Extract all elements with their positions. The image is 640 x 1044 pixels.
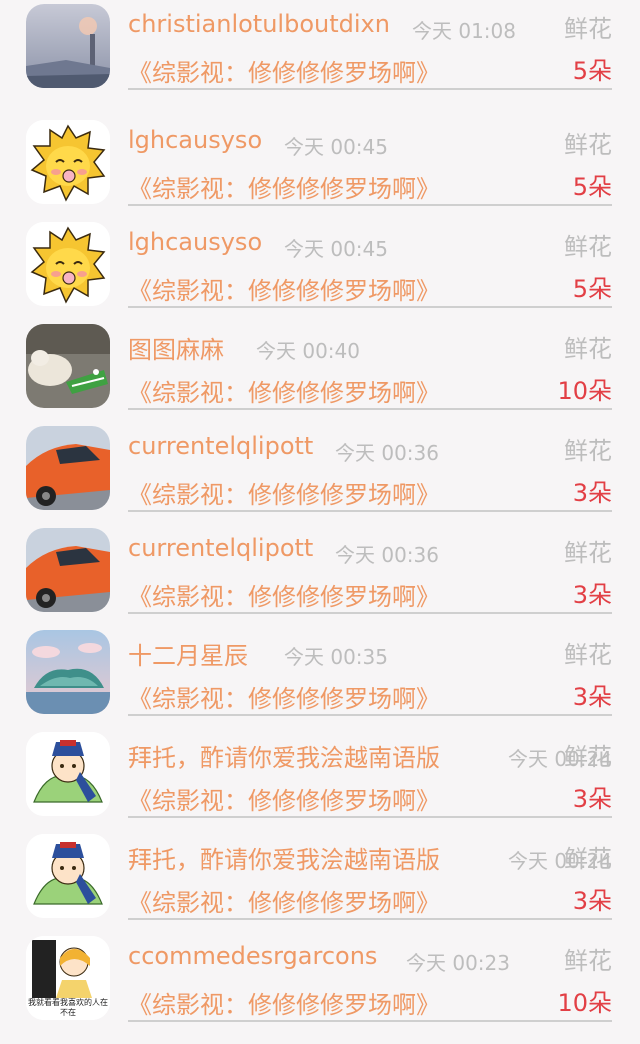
cartoon-dumpling-image [26,732,110,816]
novel-title[interactable]: 《综影视：修修修修罗场啊》 [128,53,440,88]
timestamp: 今天 00:45 [284,135,388,159]
flower-count: 5朵 [572,57,612,85]
user-name[interactable]: 十二月星辰 [128,636,248,671]
fantasy-island-image [26,630,110,714]
flower-count: 3朵 [572,683,612,711]
avatar[interactable] [26,4,110,88]
user-name[interactable]: lghcausyso [128,126,262,154]
row-divider [128,1020,612,1022]
user-name[interactable]: 图图麻麻 [128,330,224,365]
avatar[interactable] [26,222,110,306]
list-item[interactable]: 拜托，酢请你爱我浍越南语版 今天 00:24 鲜花 《综影视：修修修修罗场啊》 … [0,716,640,818]
row-divider [128,88,612,90]
avatar[interactable] [26,324,110,408]
gift-type-label: 鲜花 [564,539,612,567]
user-name[interactable]: christianlotulboutdixn [128,10,390,38]
timestamp: 今天 00:45 [284,237,388,261]
flower-count: 5朵 [572,275,612,303]
list-item[interactable]: 图图麻麻 今天 00:40 鲜花 《综影视：修修修修罗场啊》 10朵 [0,308,640,410]
orange-car-image [26,528,110,612]
list-item[interactable]: 十二月星辰 今天 00:35 鲜花 《综影视：修修修修罗场啊》 3朵 [0,614,640,716]
gift-type-label: 鲜花 [564,131,612,159]
list-item[interactable]: 拜托，酢请你爱我浍越南语版 今天 00:24 鲜花 《综影视：修修修修罗场啊》 … [0,818,640,920]
list-item[interactable]: currentelqlipott 今天 00:36 鲜花 《综影视：修修修修罗场… [0,410,640,512]
avatar-caption: 我就看看我喜欢的人在不在 [28,998,108,1017]
yellow-lion-image [26,120,110,204]
avatar[interactable]: 我就看看我喜欢的人在不在 [26,936,110,1020]
novel-title[interactable]: 《综影视：修修修修罗场啊》 [128,475,440,510]
timestamp: 今天 00:36 [335,441,439,465]
user-name[interactable]: lghcausyso [128,228,262,256]
avatar[interactable] [26,120,110,204]
list-item[interactable]: lghcausyso 今天 00:45 鲜花 《综影视：修修修修罗场啊》 5朵 [0,104,640,206]
avatar[interactable] [26,426,110,510]
gift-type-label: 鲜花 [564,335,612,363]
novel-title[interactable]: 《综影视：修修修修罗场啊》 [128,679,440,714]
gift-type-label: 鲜花 [564,15,612,43]
novel-title[interactable]: 《综影视：修修修修罗场啊》 [128,577,440,612]
avatar[interactable] [26,528,110,612]
avatar[interactable] [26,834,110,918]
timestamp: 今天 00:35 [284,645,388,669]
novel-title[interactable]: 《综影视：修修修修罗场啊》 [128,985,440,1020]
foggy-landscape-image [26,4,110,88]
cartoon-dumpling-image [26,834,110,918]
flower-count: 3朵 [572,887,612,915]
novel-title[interactable]: 《综影视：修修修修罗场啊》 [128,373,440,408]
flower-gift-list: christianlotulboutdixn 今天 01:08 鲜花 《综影视：… [0,0,640,1044]
novel-title[interactable]: 《综影视：修修修修罗场啊》 [128,271,440,306]
timestamp: 今天 00:36 [335,543,439,567]
gift-type-label: 鲜花 [564,743,612,771]
list-item[interactable]: lghcausyso 今天 00:45 鲜花 《综影视：修修修修罗场啊》 5朵 [0,206,640,308]
list-item[interactable]: currentelqlipott 今天 00:36 鲜花 《综影视：修修修修罗场… [0,512,640,614]
list-item[interactable]: 我就看看我喜欢的人在不在 ccommedesrgarcons 今天 00:23 … [0,920,640,1022]
gift-type-label: 鲜花 [564,233,612,261]
flower-count: 10朵 [557,989,612,1017]
avatar[interactable] [26,630,110,714]
user-name[interactable]: currentelqlipott [128,432,313,460]
list-item[interactable]: christianlotulboutdixn 今天 01:08 鲜花 《综影视：… [0,0,640,90]
timestamp: 今天 00:23 [406,951,510,975]
user-name[interactable]: currentelqlipott [128,534,313,562]
yellow-lion-image [26,222,110,306]
gift-type-label: 鲜花 [564,437,612,465]
flower-count: 3朵 [572,581,612,609]
timestamp: 今天 00:40 [256,339,360,363]
gift-type-label: 鲜花 [564,845,612,873]
flower-count: 5朵 [572,173,612,201]
timestamp: 今天 01:08 [412,19,516,43]
avatar[interactable] [26,732,110,816]
gift-type-label: 鲜花 [564,641,612,669]
user-name[interactable]: 拜托，酢请你爱我浍越南语版 [128,738,440,773]
orange-car-image [26,426,110,510]
novel-title[interactable]: 《综影视：修修修修罗场啊》 [128,169,440,204]
flower-count: 10朵 [557,377,612,405]
dog-with-toy-image [26,324,110,408]
user-name[interactable]: 拜托，酢请你爱我浍越南语版 [128,840,440,875]
gift-type-label: 鲜花 [564,947,612,975]
flower-count: 3朵 [572,785,612,813]
novel-title[interactable]: 《综影视：修修修修罗场啊》 [128,781,440,816]
flower-count: 3朵 [572,479,612,507]
user-name[interactable]: ccommedesrgarcons [128,942,377,970]
novel-title[interactable]: 《综影视：修修修修罗场啊》 [128,883,440,918]
